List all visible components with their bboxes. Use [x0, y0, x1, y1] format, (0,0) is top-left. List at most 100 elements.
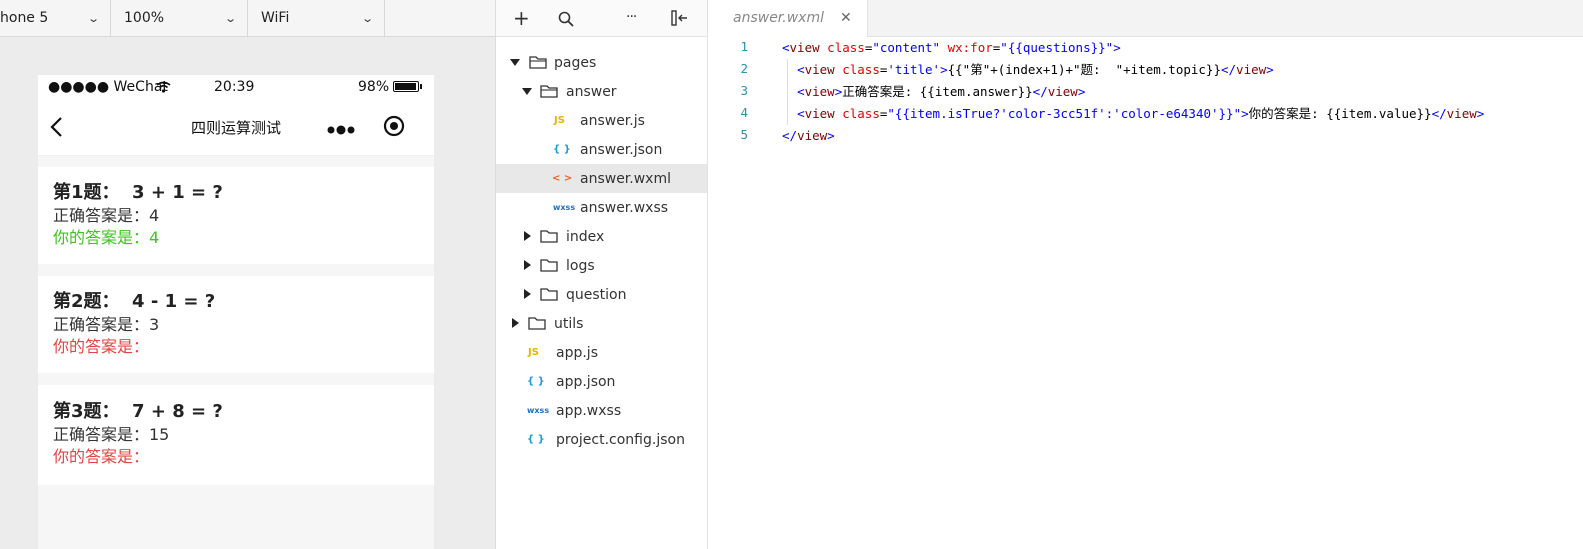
- tree-file-answer-wxss[interactable]: wxss answer.wxss: [496, 193, 707, 222]
- question-title: 第3题： 7 + 8 = ?: [53, 401, 223, 422]
- tree-item-label: index: [566, 228, 605, 245]
- line-number: 5: [740, 127, 748, 142]
- wxss-file-icon: wxss: [553, 203, 576, 212]
- tree-item-label: answer.wxml: [580, 170, 671, 187]
- phone-status-bar: ●●●●● WeChat 20:39 98%: [38, 75, 434, 99]
- tree-item-label: app.wxss: [556, 402, 622, 419]
- code-line-1: <view class="content" wx:for="{{question…: [782, 40, 1121, 55]
- tree-file-answer-js[interactable]: JS answer.js: [496, 106, 707, 135]
- code-area[interactable]: 1 2 3 4 5 <view class="content" wx:for="…: [708, 37, 1583, 549]
- editor-tab-bar: answer.wxml ✕: [708, 0, 1583, 37]
- code-line-2: <view class='title'>{{"第"+(index+1)+"题: …: [797, 62, 1274, 77]
- zoom-select[interactable]: 100% ⌄: [111, 0, 248, 36]
- json-file-icon: { }: [553, 144, 571, 155]
- nav-title: 四则运算测试: [190, 119, 281, 137]
- wifi-icon: [156, 81, 171, 93]
- wxss-file-icon: wxss: [527, 406, 550, 415]
- battery-percent: 98%: [358, 79, 390, 95]
- expanded-caret-icon: [510, 59, 520, 66]
- tree-file-app-json[interactable]: { } app.json: [496, 367, 707, 396]
- chevron-down-icon: ⌄: [360, 11, 374, 25]
- tree-item-label: app.json: [556, 373, 616, 390]
- tree-file-app-wxss[interactable]: wxss app.wxss: [496, 396, 707, 425]
- user-answer: 你的答案是：: [53, 337, 150, 356]
- phone-nav-bar: 四则运算测试: [38, 99, 434, 156]
- tree-folder-answer[interactable]: answer: [496, 77, 707, 106]
- tree-item-label: answer.wxss: [580, 199, 669, 216]
- tree-folder-index[interactable]: index: [496, 222, 707, 251]
- tree-item-label: answer.json: [580, 141, 663, 158]
- tree-file-project-config[interactable]: { } project.config.json: [496, 425, 707, 454]
- collapsed-caret-icon: [524, 289, 531, 299]
- collapsed-caret-icon: [524, 260, 531, 270]
- zoom-select-value: 100%: [124, 10, 165, 26]
- tree-file-answer-json[interactable]: { } answer.json: [496, 135, 707, 164]
- folder-icon: [540, 288, 558, 301]
- code-line-5: </view>: [782, 128, 835, 143]
- chevron-down-icon: ⌄: [223, 11, 237, 25]
- tree-item-label: app.js: [556, 344, 598, 361]
- line-number: 4: [740, 105, 748, 120]
- status-time: 20:39: [214, 79, 255, 95]
- more-dots-icon[interactable]: [326, 121, 356, 140]
- tree-item-label: answer.js: [580, 112, 645, 129]
- question-card: 第3题： 7 + 8 = ? 正确答案是：15 你的答案是：: [38, 385, 434, 485]
- json-file-icon: { }: [527, 376, 545, 387]
- search-icon[interactable]: [558, 11, 574, 27]
- tree-file-answer-wxml[interactable]: < > answer.wxml: [496, 164, 707, 193]
- question-card: 第2题： 4 - 1 = ? 正确答案是：3 你的答案是：: [38, 276, 434, 373]
- wxml-file-icon: < >: [552, 173, 573, 184]
- js-file-icon: JS: [554, 115, 565, 126]
- correct-answer: 正确答案是：3: [53, 315, 160, 334]
- expanded-caret-icon: [522, 88, 532, 95]
- tree-folder-logs[interactable]: logs: [496, 251, 707, 280]
- tab-answer-wxml[interactable]: answer.wxml ✕: [708, 0, 868, 37]
- battery-icon: [393, 81, 422, 92]
- file-explorer: + ··· pages answer JS answer.js { } answ…: [496, 0, 708, 549]
- folder-open-icon: [540, 85, 558, 98]
- folder-icon: [528, 317, 546, 330]
- simulator-toolbar: hone 5 ⌄ 100% ⌄ WiFi ⌄: [0, 0, 495, 37]
- js-file-icon: JS: [528, 347, 539, 358]
- carrier-label: ●●●●● WeChat: [48, 79, 168, 95]
- tree-item-label: pages: [554, 54, 597, 71]
- tab-label: answer.wxml: [733, 10, 824, 26]
- tree-item-label: utils: [554, 315, 584, 332]
- question-card: 第1题： 3 + 1 = ? 正确答案是：4 你的答案是：4: [38, 167, 434, 264]
- tree-item-label: logs: [566, 257, 595, 274]
- json-file-icon: { }: [527, 434, 545, 445]
- explorer-toolbar: + ···: [496, 0, 707, 37]
- user-answer: 你的答案是：4: [53, 228, 160, 247]
- capsule-close-icon[interactable]: [383, 115, 405, 141]
- code-line-3: <view>正确答案是: {{item.answer}}</view>: [797, 84, 1086, 99]
- chevron-down-icon: ⌄: [86, 11, 100, 25]
- folder-icon: [540, 259, 558, 272]
- device-select-value: hone 5: [0, 10, 49, 26]
- tree-item-label: question: [566, 286, 627, 303]
- code-line-4: <view class="{{item.isTrue?'color-3cc51f…: [797, 106, 1485, 121]
- tree-item-label: answer: [566, 83, 617, 100]
- collapsed-caret-icon: [524, 231, 531, 241]
- more-options-icon[interactable]: ···: [626, 9, 637, 25]
- tree-folder-question[interactable]: question: [496, 280, 707, 309]
- network-select[interactable]: WiFi ⌄: [248, 0, 385, 36]
- line-number: 1: [740, 39, 748, 54]
- tree-item-label: project.config.json: [556, 431, 685, 448]
- correct-answer: 正确答案是：4: [53, 206, 160, 225]
- code-editor: answer.wxml ✕ 1 2 3 4 5 <view class="con…: [708, 0, 1583, 549]
- network-select-value: WiFi: [261, 10, 290, 26]
- phone-screen: ●●●●● WeChat 20:39 98% 四则运算测试 第1题： 3 + 1…: [38, 75, 434, 549]
- folder-open-icon: [529, 56, 547, 69]
- question-title: 第2题： 4 - 1 = ?: [53, 291, 216, 312]
- tree-folder-pages[interactable]: pages: [496, 48, 707, 77]
- folder-icon: [540, 230, 558, 243]
- add-file-icon[interactable]: +: [513, 6, 530, 30]
- collapse-panel-icon[interactable]: [671, 10, 689, 26]
- device-select[interactable]: hone 5 ⌄: [0, 0, 111, 36]
- tree-folder-utils[interactable]: utils: [496, 309, 707, 338]
- close-icon[interactable]: ✕: [840, 10, 852, 26]
- question-title: 第1题： 3 + 1 = ?: [53, 182, 223, 203]
- line-number: 3: [740, 83, 748, 98]
- line-number: 2: [740, 61, 748, 76]
- tree-file-app-js[interactable]: JS app.js: [496, 338, 707, 367]
